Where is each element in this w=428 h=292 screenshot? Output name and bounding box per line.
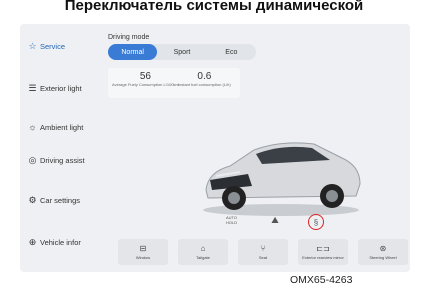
sidebar-item-vehicle-infor[interactable]: ⊕ Vehicle infor [28, 234, 81, 250]
tailgate-icon: ⌂ [200, 243, 206, 253]
fuel-stats: 56 Average Fuely Consumption L/100km 0.6… [108, 68, 240, 98]
seat-label: Seat [258, 254, 268, 260]
exterior-mirror-button[interactable]: ⊏⊐ Exterior rearview mirror [298, 239, 348, 265]
sidebar-item-service[interactable]: ☆ Service [28, 38, 65, 54]
seat-button[interactable]: ⑂ Seat [238, 239, 288, 265]
sidebar-item-ambient-light[interactable]: ☼ Ambient light [28, 119, 83, 135]
window-button[interactable]: ⊟ Window [118, 239, 168, 265]
steering-wheel-icon: ⊛ [379, 243, 387, 253]
mode-option-sport[interactable]: Sport [157, 44, 206, 60]
sidebar-item-label: Service [40, 41, 66, 51]
window-label: Window [135, 254, 151, 260]
headlight-icon: ☰ [28, 82, 37, 93]
mode-option-normal[interactable]: Normal [108, 44, 158, 60]
exterior-mirror-label: Exterior rearview mirror [302, 254, 344, 260]
window-icon: ⊟ [139, 243, 147, 253]
average-consumption-label: Average Fuely Consumption L/100km [112, 82, 179, 87]
sidebar-item-label: Vehicle infor [40, 237, 81, 247]
sidebar-item-driving-assist[interactable]: ◎ Driving assist [28, 152, 85, 168]
driving-mode-switch: Normal Sport Eco [108, 44, 256, 60]
sidebar: ☆ Service ☰ Exterior light ☼ Ambient lig… [20, 24, 100, 272]
steering-wheel-label: Steering Wheel [369, 254, 397, 260]
driving-mode-label: Driving mode [108, 34, 150, 41]
instant-consumption-value: 0.6 [197, 71, 212, 82]
instant-consumption: 0.6 Instant fuel consumption (L/h) [178, 71, 231, 87]
gear-icon: ⚙ [28, 194, 37, 205]
sidebar-item-label: Ambient light [40, 122, 84, 132]
info-icon: ⊕ [28, 236, 37, 247]
average-consumption-value: 56 [139, 71, 151, 82]
sun-icon: ☼ [28, 121, 37, 132]
sidebar-item-car-settings[interactable]: ⚙ Car settings [28, 192, 80, 208]
mode-option-eco[interactable]: Eco [207, 44, 256, 60]
mirror-icon: ⊏⊐ [316, 243, 330, 253]
tailgate-button[interactable]: ⌂ Tailgate [178, 239, 228, 265]
sidebar-item-exterior-light[interactable]: ☰ Exterior light [28, 80, 82, 96]
image-code: OMX65-4263 [290, 274, 353, 286]
infotainment-screen: ☆ Service ☰ Exterior light ☼ Ambient lig… [20, 24, 410, 272]
sidebar-item-label: Car settings [40, 195, 81, 205]
hill-descent-icon[interactable]: ⛰ [268, 212, 282, 228]
steering-wheel-button[interactable]: ⊛ Steering Wheel [358, 239, 408, 265]
main-panel: Driving mode Normal Sport Eco 56 Average… [108, 24, 410, 272]
page-title: Переключатель системы динамической [64, 0, 364, 14]
tailgate-label: Tailgate [196, 254, 210, 260]
seat-icon: ⑂ [260, 243, 266, 253]
dynamic-stability-icon[interactable]: § [308, 214, 324, 230]
sidebar-item-label: Driving assist [40, 155, 85, 165]
instant-consumption-label: Instant fuel consumption (L/h) [178, 82, 231, 87]
sidebar-item-label: Exterior light [40, 83, 82, 93]
average-consumption: 56 Average Fuely Consumption L/100km [112, 71, 179, 87]
auto-hold-button[interactable]: AUTO HOLD [226, 212, 244, 228]
star-icon: ☆ [28, 40, 37, 51]
car-image [203, 142, 361, 216]
steering-icon: ◎ [28, 154, 37, 165]
